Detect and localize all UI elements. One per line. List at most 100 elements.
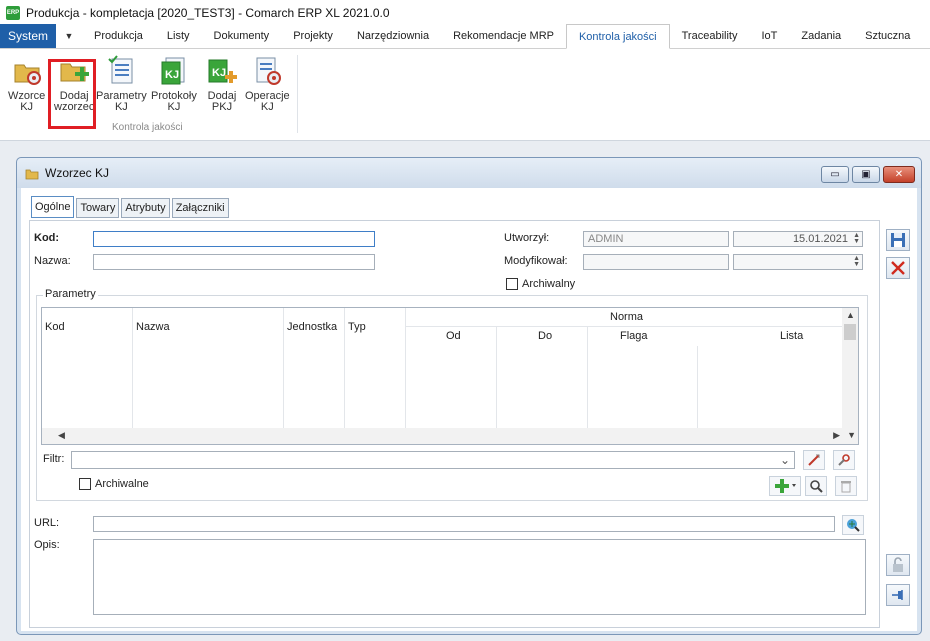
maximize-button[interactable]: ▣ <box>852 166 880 183</box>
svg-text:KJ: KJ <box>165 69 179 81</box>
col-flaga[interactable]: Flaga <box>620 330 648 342</box>
scroll-left-icon[interactable]: ◀ <box>58 430 65 441</box>
utworzyl-label: Utworzył: <box>504 232 550 244</box>
cancel-button[interactable] <box>886 257 910 279</box>
close-red-icon <box>891 261 905 275</box>
utworzyl-user-field: ADMIN <box>583 231 729 247</box>
grid-divider <box>587 327 588 430</box>
protokoly-kj-button[interactable]: KJ Protokoły KJ <box>151 55 197 113</box>
col-kod[interactable]: Kod <box>45 321 65 333</box>
highlight-frame <box>48 59 96 129</box>
clear-filter-icon[interactable] <box>803 450 825 470</box>
tab-dokumenty[interactable]: Dokumenty <box>202 24 282 48</box>
archiwalny-checkbox[interactable] <box>506 278 518 290</box>
modyfikowal-user-field <box>583 254 729 270</box>
tab-sztuczna[interactable]: Sztuczna <box>853 24 922 48</box>
opis-label: Opis: <box>34 539 60 551</box>
pin-icon <box>892 590 903 600</box>
archiwalne-label: Archiwalne <box>95 478 149 490</box>
nazwa-label: Nazwa: <box>34 255 71 267</box>
pin-button[interactable] <box>886 584 910 606</box>
filter-settings-icon[interactable] <box>833 450 855 470</box>
tab-rekomendacje-mrp[interactable]: Rekomendacje MRP <box>441 24 566 48</box>
search-icon[interactable] <box>805 476 827 496</box>
tab-ogolne[interactable]: Ogólne <box>31 196 75 218</box>
col-nazwa[interactable]: Nazwa <box>136 321 170 333</box>
checklist-icon <box>108 55 133 84</box>
archiwalne-checkbox[interactable] <box>79 478 91 490</box>
grid-divider <box>697 346 698 430</box>
tab-narzedziownia[interactable]: Narzędziownia <box>345 24 441 48</box>
filtr-input[interactable] <box>71 451 795 469</box>
tab-produkcja[interactable]: Produkcja <box>82 24 155 48</box>
scroll-right-icon[interactable]: ▶ <box>833 430 840 441</box>
tab-zalaczniki[interactable]: Załączniki <box>171 198 229 218</box>
modyfikowal-date-field: ▲ ▼ <box>733 254 863 270</box>
lock-icon <box>893 557 903 572</box>
tab-atrybuty[interactable]: Atrybuty <box>121 198 170 218</box>
system-menu-button[interactable]: System <box>0 24 56 48</box>
folder-gear-icon <box>14 64 41 85</box>
parametry-grid[interactable]: Kod Nazwa Jednostka Typ Norma Od Do Flag… <box>41 307 859 445</box>
dodaj-pkj-button[interactable]: KJ Dodaj PKJ <box>206 55 238 113</box>
scroll-thumb[interactable] <box>844 324 856 340</box>
minimize-button[interactable]: ▭ <box>821 166 849 183</box>
grid-horizontal-scrollbar[interactable]: ◀ ▶ ▼ <box>42 428 858 444</box>
tab-traceability[interactable]: Traceability <box>670 24 750 48</box>
add-param-button[interactable] <box>769 476 801 496</box>
opis-textarea[interactable] <box>93 539 866 615</box>
col-typ[interactable]: Typ <box>348 321 366 333</box>
archiwalny-label: Archiwalny <box>522 278 576 290</box>
grid-vertical-scrollbar[interactable]: ▲ <box>842 308 858 430</box>
grid-divider <box>496 327 497 430</box>
col-jednostka[interactable]: Jednostka <box>287 321 337 333</box>
tab-listy[interactable]: Listy <box>155 24 202 48</box>
ribbon: Wzorce KJ Dodaj wzorzec Parametry KJ KJ … <box>0 49 930 141</box>
tab-kontrola-jakosci[interactable]: Kontrola jakości <box>565 24 670 49</box>
parametry-kj-button[interactable]: Parametry KJ <box>96 55 147 113</box>
filtr-dropdown-icon[interactable]: ⌄ <box>775 451 795 469</box>
url-label: URL: <box>34 517 60 529</box>
scroll-up-icon[interactable]: ▲ <box>846 310 855 320</box>
url-input[interactable] <box>93 516 835 532</box>
operacje-kj-button[interactable]: Operacje KJ <box>245 55 290 113</box>
close-button[interactable]: ✕ <box>883 166 915 183</box>
ribbon-separator <box>297 55 298 133</box>
svg-text:KJ: KJ <box>212 67 226 79</box>
tab-iot[interactable]: IoT <box>749 24 789 48</box>
wzorce-kj-button[interactable]: Wzorce KJ <box>8 55 45 113</box>
app-title: Produkcja - kompletacja [2020_TEST3] - C… <box>26 5 390 20</box>
general-panel: Kod: Nazwa: Utworzył: ADMIN 15.01.2021 ▲… <box>29 220 880 628</box>
tab-projekty[interactable]: Projekty <box>281 24 345 48</box>
lock-button[interactable] <box>886 554 910 576</box>
grid-divider <box>283 308 284 430</box>
child-titlebar: Wzorzec KJ ▭ ▣ ✕ <box>17 158 921 188</box>
open-url-icon[interactable] <box>842 515 864 535</box>
protocol-document-icon: KJ <box>161 57 185 85</box>
grid-divider <box>132 308 133 430</box>
utworzyl-date-field: 15.01.2021 ▲ ▼ <box>733 231 863 247</box>
tab-zadania[interactable]: Zadania <box>789 24 853 48</box>
date-spinner-icon[interactable]: ▲ ▼ <box>853 255 860 268</box>
protocol-add-icon: KJ <box>208 59 237 83</box>
col-lista[interactable]: Lista <box>780 330 803 342</box>
delete-icon[interactable] <box>835 476 857 496</box>
kod-input[interactable] <box>93 231 375 247</box>
col-do[interactable]: Do <box>538 330 552 342</box>
date-spinner-icon[interactable]: ▲ ▼ <box>853 232 860 245</box>
col-norma[interactable]: Norma <box>610 311 643 323</box>
child-title: Wzorzec KJ <box>45 166 110 180</box>
ribbon-group-label: Kontrola jakości <box>112 122 183 133</box>
modyfikowal-label: Modyfikował: <box>504 255 568 267</box>
parametry-title: Parametry <box>43 288 98 300</box>
app-logo-icon: ERP <box>6 5 20 20</box>
folder-icon <box>25 169 39 180</box>
quick-access-dropdown-icon[interactable]: ▼ <box>56 24 82 48</box>
save-button[interactable] <box>886 229 910 251</box>
operations-gear-icon <box>256 57 282 85</box>
col-od[interactable]: Od <box>446 330 461 342</box>
tab-towary[interactable]: Towary <box>76 198 120 218</box>
scroll-down-icon[interactable]: ▼ <box>847 430 856 440</box>
nazwa-input[interactable] <box>93 254 375 270</box>
save-icon <box>891 233 905 247</box>
